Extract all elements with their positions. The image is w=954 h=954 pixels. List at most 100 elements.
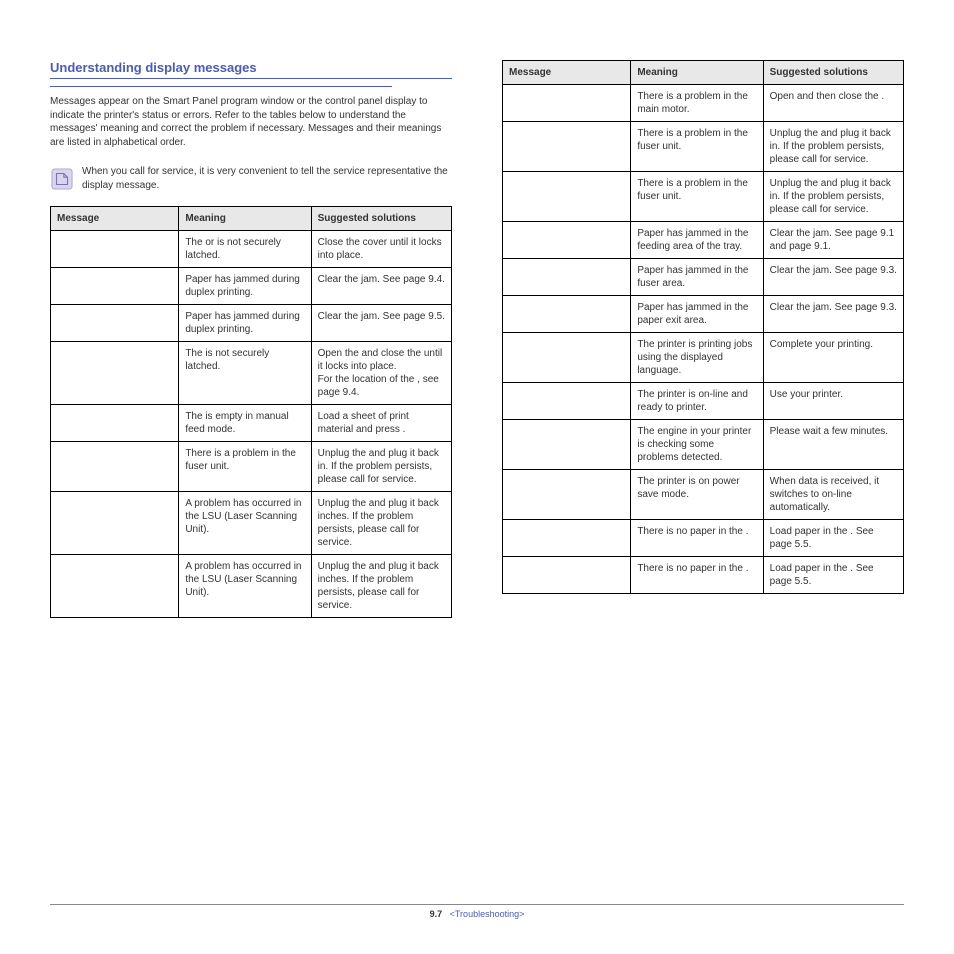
table-row: There is a problem in the fuser unit.Unp… (503, 172, 904, 222)
note-icon (50, 167, 74, 191)
table-row: The is empty in manual feed mode.Load a … (51, 405, 452, 442)
note-text: When you call for service, it is very co… (82, 165, 452, 192)
cell-msg (503, 557, 631, 594)
cell-msg (503, 333, 631, 383)
cell-sol: Close the cover until it locks into plac… (311, 231, 451, 268)
table-row: The printer is printing jobs using the d… (503, 333, 904, 383)
footer-section: <Troubleshooting> (450, 909, 525, 919)
table-row: There is no paper in the .Load paper in … (503, 557, 904, 594)
cell-mean: There is a problem in the fuser unit. (631, 172, 763, 222)
cell-sol: Open and then close the . (763, 85, 903, 122)
cell-msg (503, 520, 631, 557)
table-row: There is a problem in the fuser unit.Unp… (503, 122, 904, 172)
cell-sol: Clear the jam. See page 9.5. (311, 305, 451, 342)
cell-msg (503, 296, 631, 333)
table-row: Paper has jammed in the fuser area.Clear… (503, 259, 904, 296)
th-message: Message (51, 207, 179, 231)
cell-mean: The is empty in manual feed mode. (179, 405, 311, 442)
cell-sol: Please wait a few minutes. (763, 420, 903, 470)
cell-msg (51, 342, 179, 405)
cell-msg (51, 492, 179, 555)
cell-mean: Paper has jammed during duplex printing. (179, 305, 311, 342)
cell-mean: A problem has occurred in the LSU (Laser… (179, 492, 311, 555)
cell-sol: Unplug the and plug it back in. If the p… (763, 122, 903, 172)
cell-mean: There is no paper in the . (631, 557, 763, 594)
cell-msg (503, 259, 631, 296)
table-row: Paper has jammed during duplex printing.… (51, 268, 452, 305)
th-message: Message (503, 61, 631, 85)
cell-mean: The or is not securely latched. (179, 231, 311, 268)
page-footer: 9.7 <Troubleshooting> (50, 904, 904, 919)
th-solution: Suggested solutions (311, 207, 451, 231)
cell-sol: Clear the jam. See page 9.4. (311, 268, 451, 305)
cell-mean: There is a problem in the fuser unit. (631, 122, 763, 172)
cell-sol: Unplug the and plug it back inches. If t… (311, 492, 451, 555)
cell-sol: When data is received, it switches to on… (763, 470, 903, 520)
cell-sol: Unplug the and plug it back in. If the p… (311, 442, 451, 492)
cell-sol: Complete your printing. (763, 333, 903, 383)
cell-sol: Clear the jam. See page 9.3. (763, 296, 903, 333)
cell-mean: There is a problem in the fuser unit. (179, 442, 311, 492)
cell-mean: There is a problem in the main motor. (631, 85, 763, 122)
messages-table-left: Message Meaning Suggested solutions The … (50, 206, 452, 618)
table-row: The printer is on-line and ready to prin… (503, 383, 904, 420)
cell-mean: Paper has jammed during duplex printing. (179, 268, 311, 305)
cell-mean: Paper has jammed in the paper exit area. (631, 296, 763, 333)
cell-mean: A problem has occurred in the LSU (Laser… (179, 555, 311, 618)
table-row: Paper has jammed during duplex printing.… (51, 305, 452, 342)
cell-mean: The printer is printing jobs using the d… (631, 333, 763, 383)
cell-msg (51, 555, 179, 618)
table-row: There is a problem in the main motor.Ope… (503, 85, 904, 122)
th-meaning: Meaning (179, 207, 311, 231)
table-row: A problem has occurred in the LSU (Laser… (51, 555, 452, 618)
cell-mean: Paper has jammed in the fuser area. (631, 259, 763, 296)
cell-msg (503, 420, 631, 470)
cell-msg (51, 442, 179, 492)
cell-mean: The is not securely latched. (179, 342, 311, 405)
table-row: There is a problem in the fuser unit.Unp… (51, 442, 452, 492)
intro-paragraph: Messages appear on the Smart Panel progr… (50, 95, 452, 149)
cell-msg (503, 85, 631, 122)
cell-msg (51, 405, 179, 442)
left-column: Understanding display messages Messages … (50, 60, 452, 618)
cell-mean: The printer is on power save mode. (631, 470, 763, 520)
table-row: The is not securely latched.Open the and… (51, 342, 452, 405)
page-columns: Understanding display messages Messages … (50, 60, 904, 618)
right-column: Message Meaning Suggested solutions Ther… (502, 60, 904, 618)
messages-table-right: Message Meaning Suggested solutions Ther… (502, 60, 904, 594)
cell-sol: Open the and close the until it locks in… (311, 342, 451, 405)
page-number: 9.7 (430, 909, 443, 919)
cell-sol: Load paper in the . See page 5.5. (763, 557, 903, 594)
cell-sol: Unplug the and plug it back inches. If t… (311, 555, 451, 618)
cell-mean: Paper has jammed in the feeding area of … (631, 222, 763, 259)
cell-sol: Clear the jam. See page 9.1 and page 9.1… (763, 222, 903, 259)
cell-msg (503, 172, 631, 222)
cell-msg (51, 231, 179, 268)
subsection-title (50, 84, 392, 87)
cell-mean: The engine in your printer is checking s… (631, 420, 763, 470)
table-row: The or is not securely latched.Close the… (51, 231, 452, 268)
section-title: Understanding display messages (50, 60, 452, 79)
cell-msg (51, 268, 179, 305)
cell-mean: The printer is on-line and ready to prin… (631, 383, 763, 420)
table-row: The printer is on power save mode.When d… (503, 470, 904, 520)
cell-sol: Load a sheet of print material and press… (311, 405, 451, 442)
cell-msg (503, 383, 631, 420)
th-meaning: Meaning (631, 61, 763, 85)
cell-msg (503, 222, 631, 259)
table-row: The engine in your printer is checking s… (503, 420, 904, 470)
th-solution: Suggested solutions (763, 61, 903, 85)
table-row: Paper has jammed in the paper exit area.… (503, 296, 904, 333)
cell-sol: Clear the jam. See page 9.3. (763, 259, 903, 296)
cell-msg (503, 122, 631, 172)
note-box: When you call for service, it is very co… (50, 161, 452, 196)
cell-sol: Unplug the and plug it back in. If the p… (763, 172, 903, 222)
cell-msg (51, 305, 179, 342)
table-row: There is no paper in the .Load paper in … (503, 520, 904, 557)
cell-msg (503, 470, 631, 520)
cell-sol: Use your printer. (763, 383, 903, 420)
cell-sol: Load paper in the . See page 5.5. (763, 520, 903, 557)
cell-mean: There is no paper in the . (631, 520, 763, 557)
table-row: A problem has occurred in the LSU (Laser… (51, 492, 452, 555)
table-row: Paper has jammed in the feeding area of … (503, 222, 904, 259)
